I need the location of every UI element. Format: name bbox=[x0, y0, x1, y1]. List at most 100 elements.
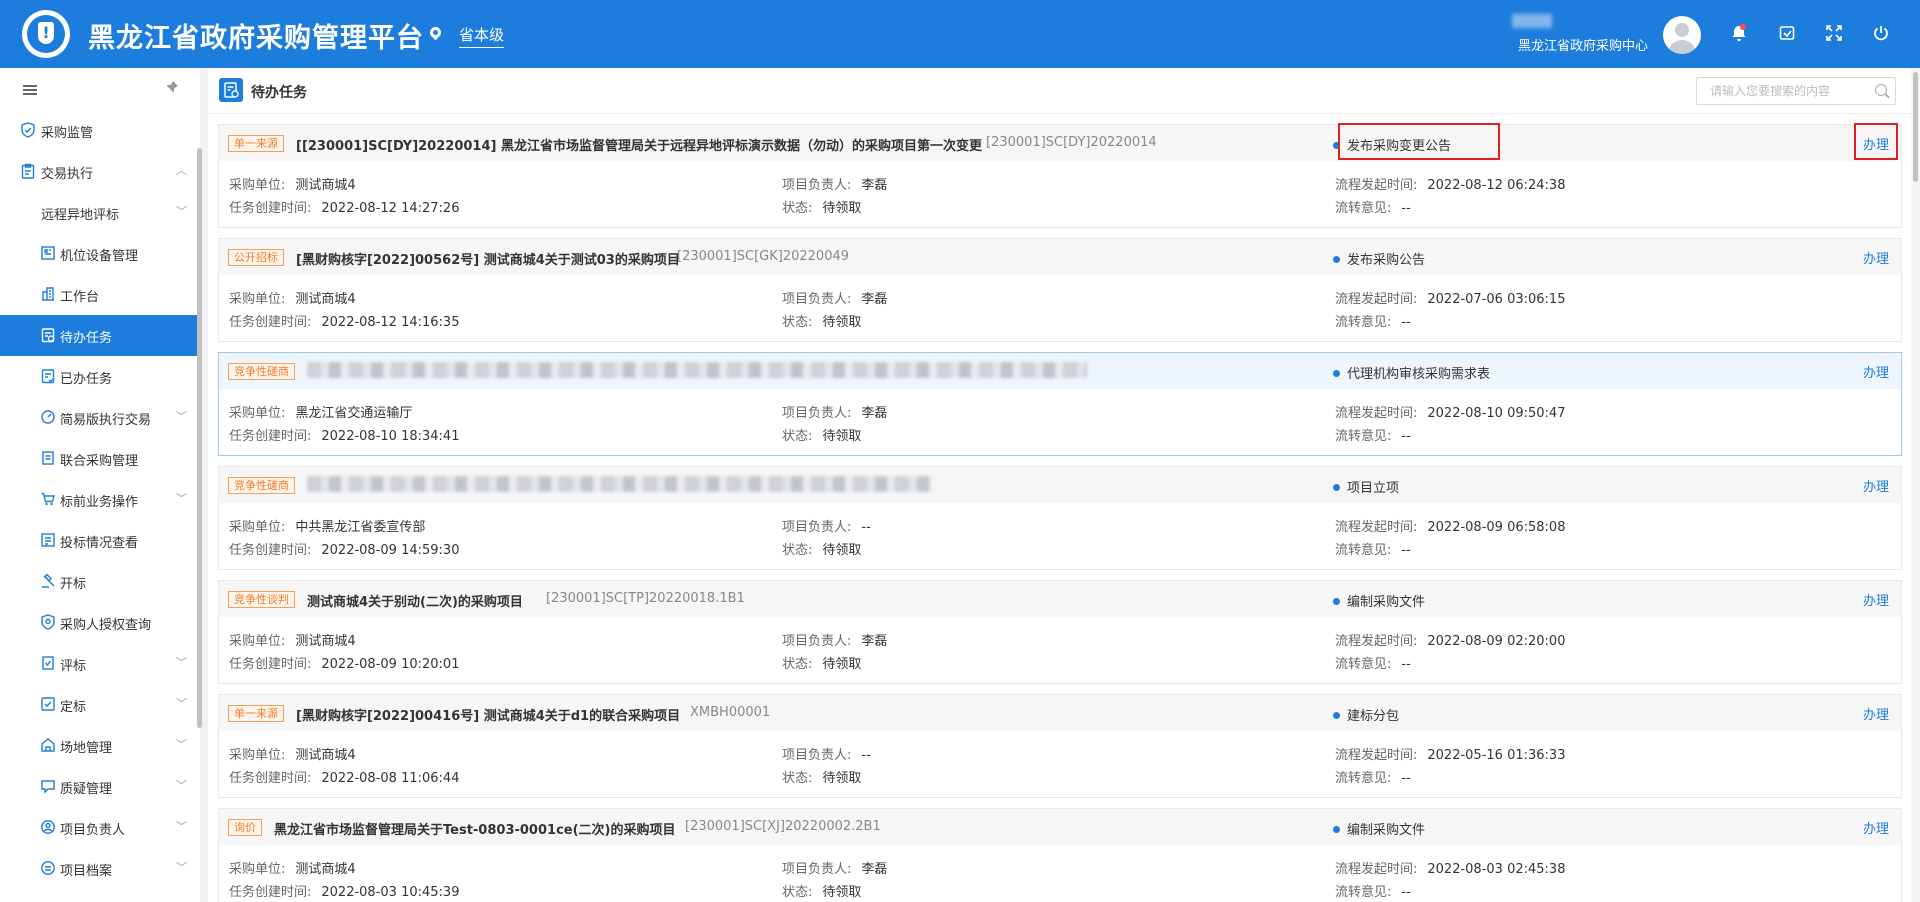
field-unit: 采购单位: 测试商城4 bbox=[229, 634, 356, 649]
chevron-down-icon: ﹀ bbox=[176, 738, 187, 751]
sidebar-item-award[interactable]: 定标 ﹀ bbox=[0, 684, 200, 725]
auth-icon bbox=[40, 614, 56, 630]
menu-icon[interactable] bbox=[23, 85, 37, 95]
task-status: 发布采购公告 bbox=[1333, 249, 1425, 268]
procurement-type-tag: 询价 bbox=[228, 819, 262, 836]
procurement-type-tag: 竞争性谈判 bbox=[228, 591, 295, 608]
task-card: 竞争性磋商 代理机构审核采购需求表 办理 采购单位: 黑龙江省交通运输厅 项目负责… bbox=[218, 352, 1902, 456]
app-title: 黑龙江省政府采购管理平台 bbox=[88, 23, 424, 54]
field-flow-time: 流程发起时间: 2022-08-09 06:58:08 bbox=[1335, 520, 1566, 535]
award-icon bbox=[40, 696, 56, 712]
sidebar-item-evaluation[interactable]: 评标 ﹀ bbox=[0, 643, 200, 684]
sidebar-item-transaction[interactable]: 交易执行 ︿ bbox=[0, 151, 200, 192]
avatar[interactable] bbox=[1663, 16, 1701, 54]
field-unit: 采购单位: 测试商城4 bbox=[229, 178, 356, 193]
location-icon bbox=[427, 24, 444, 41]
sidebar-item-purchase-supervision[interactable]: 采购监管 bbox=[0, 110, 200, 151]
sidebar-scrollbar[interactable] bbox=[197, 148, 202, 728]
document-icon bbox=[40, 450, 56, 466]
task-code: [230001]SC[TP]20220018.1B1 bbox=[546, 591, 745, 606]
venue-icon bbox=[40, 737, 56, 753]
sidebar-item-simple-execution[interactable]: 简易版执行交易 ﹀ bbox=[0, 397, 200, 438]
field-state: 状态: 待领取 bbox=[782, 885, 862, 900]
level-selector[interactable]: 省本级 bbox=[459, 24, 505, 48]
shield-icon bbox=[20, 122, 36, 138]
building-icon bbox=[40, 286, 56, 302]
search-box[interactable] bbox=[1696, 77, 1896, 105]
chevron-down-icon: ﹀ bbox=[176, 820, 187, 833]
chevron-down-icon: ﹀ bbox=[176, 697, 187, 710]
task-status: 建标分包 bbox=[1333, 705, 1399, 724]
field-flow-time: 流程发起时间: 2022-08-10 09:50:47 bbox=[1335, 406, 1566, 421]
handle-button[interactable]: 办理 bbox=[1863, 362, 1889, 381]
sidebar-item-done-tasks[interactable]: 已办任务 bbox=[0, 356, 200, 397]
sidebar-item-workbench[interactable]: 工作台 bbox=[0, 274, 200, 315]
clipboard-icon bbox=[20, 163, 36, 179]
bell-icon[interactable] bbox=[1729, 24, 1749, 44]
sidebar-item-bid-view[interactable]: 投标情况查看 bbox=[0, 520, 200, 561]
sidebar: 采购监管 交易执行 ︿ 远程异地评标 ﹀ 机位设备管理 工作台 待办任务 已办任… bbox=[0, 68, 202, 902]
task-title[interactable]: [黑财购核字[2022]00416号] 测试商城4关于d1的联合采购项目 bbox=[296, 705, 680, 724]
page-title: 待办任务 bbox=[251, 85, 307, 101]
task-card: 单一来源 [[230001]SC[DY]20220014] 黑龙江省市场监督管理… bbox=[218, 123, 1902, 228]
handle-button[interactable]: 办理 bbox=[1863, 818, 1889, 837]
handle-button[interactable]: 办理 bbox=[1863, 590, 1889, 609]
sidebar-item-question[interactable]: 质疑管理 ﹀ bbox=[0, 766, 200, 807]
sidebar-item-venue[interactable]: 场地管理 ﹀ bbox=[0, 725, 200, 766]
sidebar-item-todo-tasks[interactable]: 待办任务 bbox=[0, 315, 200, 356]
field-state: 状态: 待领取 bbox=[782, 315, 862, 330]
sidebar-item-purchaser-auth[interactable]: 采购人授权查询 bbox=[0, 602, 200, 643]
field-manager: 项目负责人: 李磊 bbox=[782, 292, 888, 307]
status-dot-icon bbox=[1333, 826, 1340, 833]
chevron-up-icon: ︿ bbox=[176, 164, 187, 177]
fullscreen-icon[interactable] bbox=[1824, 24, 1844, 44]
handle-button[interactable]: 办理 bbox=[1863, 248, 1889, 267]
done-icon bbox=[40, 368, 56, 384]
chevron-down-icon: ﹀ bbox=[176, 656, 187, 669]
field-manager: 项目负责人: 李磊 bbox=[782, 406, 888, 421]
task-card: 公开招标 [黑财购核字[2022]00562号] 测试商城4关于测试03的采购项… bbox=[218, 238, 1902, 342]
sidebar-item-joint-purchase[interactable]: 联合采购管理 bbox=[0, 438, 200, 479]
todo-icon bbox=[219, 78, 243, 102]
field-state: 状态: 待领取 bbox=[782, 201, 862, 216]
task-title[interactable]: [黑财购核字[2022]00562号] 测试商城4关于测试03的采购项目 bbox=[296, 249, 680, 268]
pin-icon[interactable] bbox=[165, 80, 179, 98]
sidebar-item-pre-bid[interactable]: 标前业务操作 ﹀ bbox=[0, 479, 200, 520]
chevron-down-icon: ﹀ bbox=[176, 205, 187, 218]
sidebar-item-remote-evaluation[interactable]: 远程异地评标 ﹀ bbox=[0, 192, 200, 233]
user-name-blurred bbox=[1512, 14, 1552, 28]
power-icon[interactable] bbox=[1871, 24, 1891, 44]
screenshot-icon[interactable] bbox=[1777, 24, 1797, 44]
search-icon[interactable] bbox=[1875, 84, 1887, 96]
cart-icon bbox=[40, 491, 56, 507]
field-created: 任务创建时间: 2022-08-09 10:20:01 bbox=[229, 657, 460, 672]
task-title[interactable]: 黑龙江省市场监督管理局关于Test-0803-0001ce(二次)的采购项目 bbox=[274, 819, 675, 838]
chevron-down-icon: ﹀ bbox=[176, 492, 187, 505]
view-icon bbox=[40, 532, 56, 548]
sidebar-item-project-archive[interactable]: 项目档案 ﹀ bbox=[0, 848, 200, 889]
search-input[interactable] bbox=[1697, 78, 1857, 104]
org-name: 黑龙江省政府采购中心 bbox=[1518, 39, 1649, 54]
device-icon bbox=[40, 245, 56, 261]
main-scrollbar-track bbox=[1911, 68, 1920, 902]
procurement-type-tag: 竞争性磋商 bbox=[228, 363, 295, 380]
chevron-down-icon: ﹀ bbox=[176, 779, 187, 792]
status-dot-icon bbox=[1333, 598, 1340, 605]
todo-icon bbox=[40, 327, 56, 343]
field-opinion: 流转意见: -- bbox=[1335, 543, 1411, 558]
task-title[interactable]: 测试商城4关于别动(二次)的采购项目 bbox=[307, 591, 523, 610]
field-opinion: 流转意见: -- bbox=[1335, 885, 1411, 900]
main-scrollbar[interactable] bbox=[1913, 72, 1918, 182]
logo bbox=[22, 10, 70, 58]
field-flow-time: 流程发起时间: 2022-08-03 02:45:38 bbox=[1335, 862, 1566, 877]
task-title[interactable]: [[230001]SC[DY]20220014] 黑龙江省市场监督管理局关于远程… bbox=[296, 135, 982, 154]
field-created: 任务创建时间: 2022-08-10 18:34:41 bbox=[229, 429, 460, 444]
task-status: 编制采购文件 bbox=[1333, 819, 1425, 838]
sidebar-item-project-manager[interactable]: 项目负责人 ﹀ bbox=[0, 807, 200, 848]
blurred-title bbox=[307, 476, 932, 492]
sidebar-item-device-management[interactable]: 机位设备管理 bbox=[0, 233, 200, 274]
field-opinion: 流转意见: -- bbox=[1335, 201, 1411, 216]
handle-button[interactable]: 办理 bbox=[1863, 704, 1889, 723]
handle-button[interactable]: 办理 bbox=[1863, 476, 1889, 495]
sidebar-item-bid-opening[interactable]: 开标 bbox=[0, 561, 200, 602]
